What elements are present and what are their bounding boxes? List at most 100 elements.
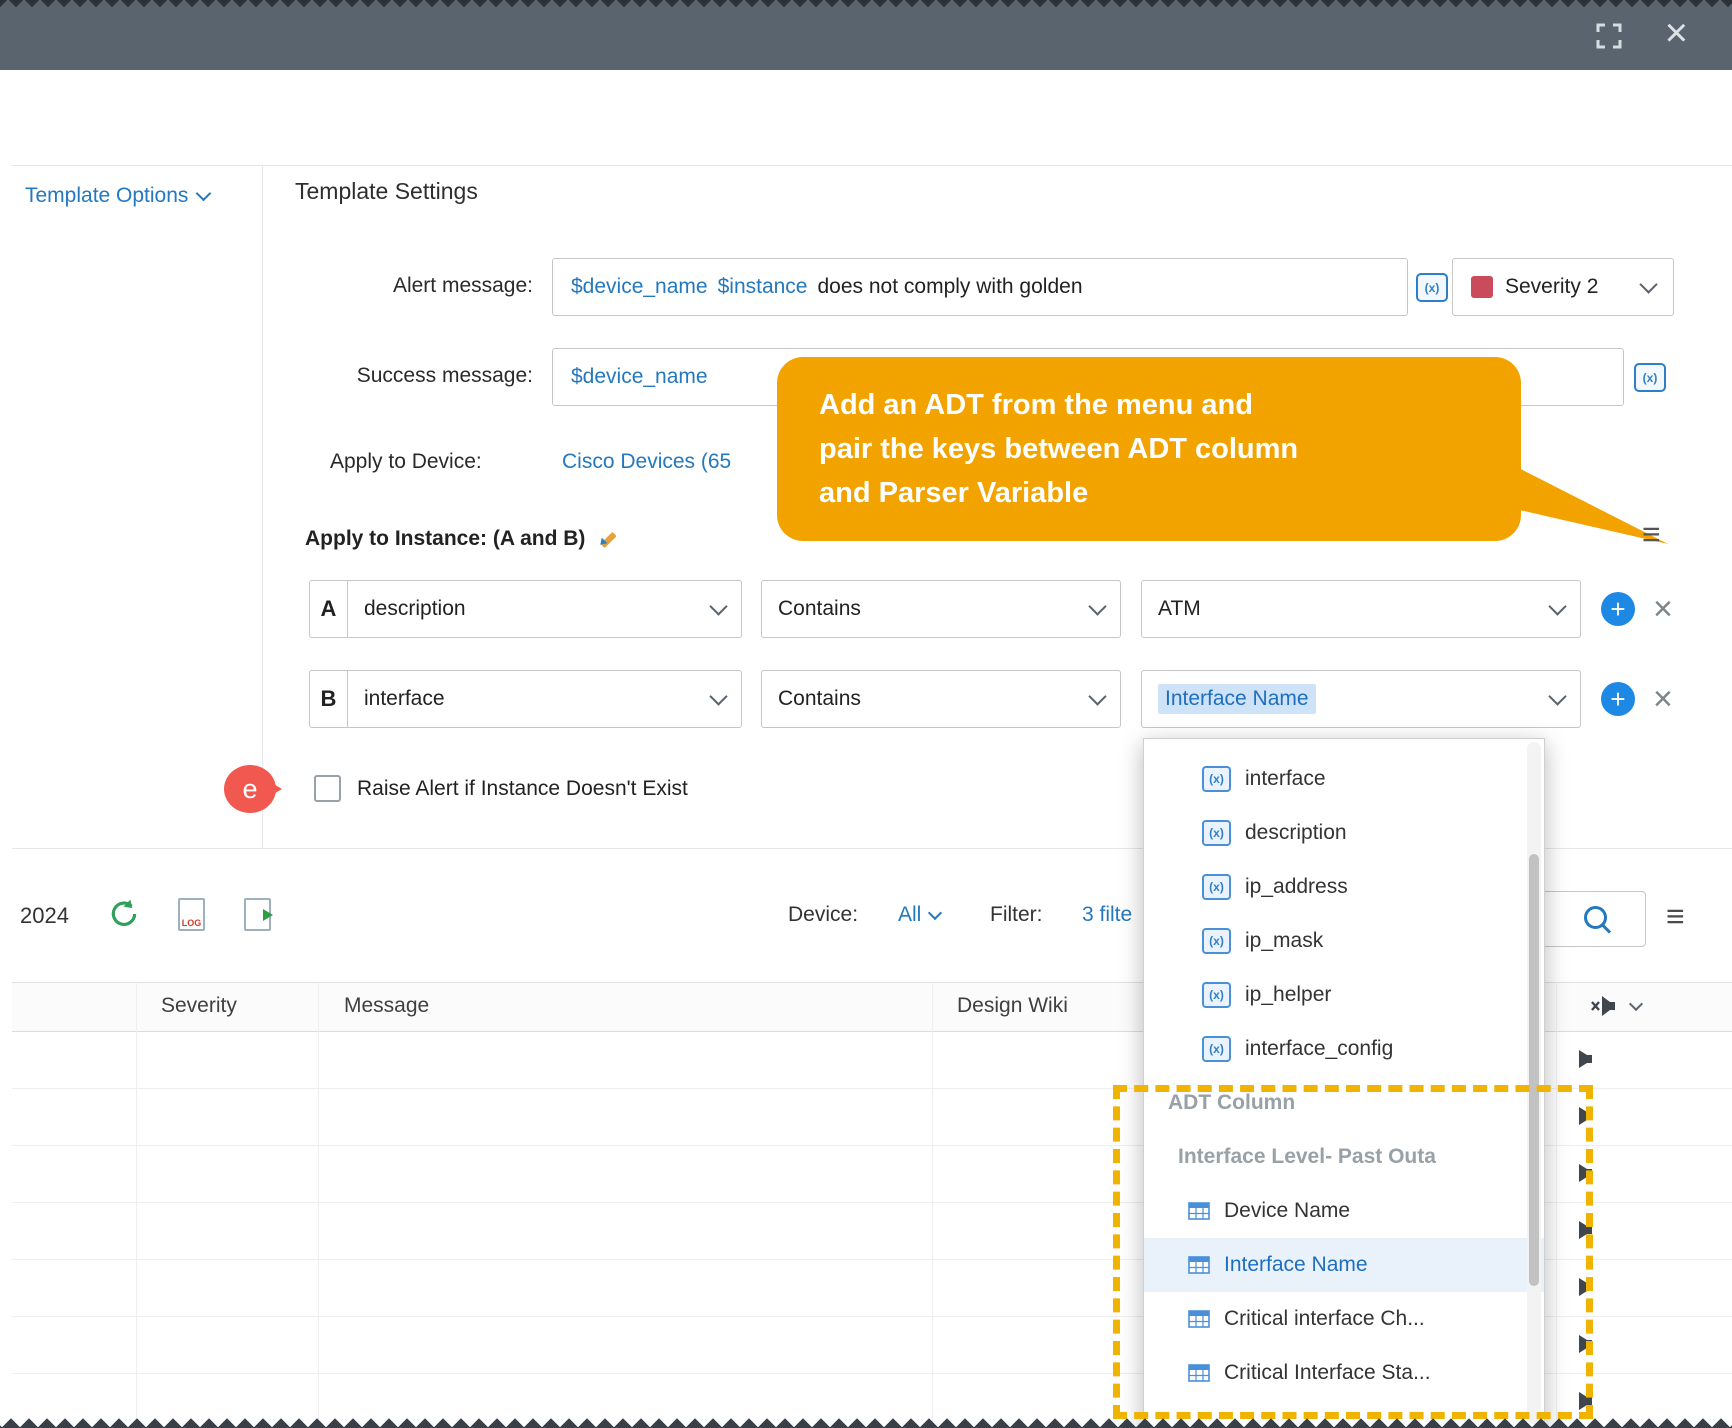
template-options-menu[interactable]: Template Options [25,184,209,208]
speaker-icon[interactable] [1570,1333,1594,1355]
alert-message-input[interactable]: $device_name $instance does not comply w… [552,258,1408,316]
menu-item-parser-variable[interactable]: (x) ip_helper [1144,968,1544,1022]
condition-value-select[interactable]: ATM [1141,580,1581,638]
chevron-down-icon [709,687,727,705]
mute-column-control[interactable] [1588,993,1641,1019]
condition-letter: B [309,670,347,728]
parser-variable-token: $instance [718,275,808,299]
apply-to-device-label: Apply to Device: [330,450,482,474]
remove-condition-button[interactable]: × [1653,682,1673,716]
template-options-label: Template Options [25,184,188,208]
severity-select[interactable]: Severity 2 [1452,258,1674,316]
torn-edge-bottom [0,1415,1732,1428]
template-settings-heading: Template Settings [295,178,478,205]
parser-variable-token: $device_name [571,365,708,389]
chevron-down-icon [1548,687,1566,705]
close-icon[interactable]: × [1665,11,1688,55]
menu-item-parser-variable[interactable]: (x) description [1144,806,1544,860]
condition-letter: A [309,580,347,638]
apply-to-instance-row: Apply to Instance: (A and B) [305,527,619,551]
chevron-down-icon [1629,996,1643,1010]
raise-alert-checkbox[interactable] [314,775,341,802]
filter-label: Filter: [990,903,1043,927]
insert-variable-icon[interactable]: (x) [1416,273,1448,302]
severity-value: Severity 2 [1505,275,1598,299]
parser-variable-icon: (x) [1202,874,1231,900]
menu-item-adt-column[interactable]: Critical interface Ch... [1144,1292,1544,1346]
variable-adt-dropdown: (x) interface (x) description (x) ip_add… [1143,738,1545,1428]
table-menu-icon[interactable]: ≡ [1666,898,1685,935]
device-filter-value: All [898,903,921,927]
callout-text-line: and Parser Variable [819,471,1479,515]
add-condition-button[interactable]: + [1601,592,1635,626]
torn-edge-top [0,0,1732,9]
export-icon[interactable] [244,898,271,931]
remove-condition-button[interactable]: × [1653,592,1673,626]
scrollbar-thumb[interactable] [1529,854,1539,1286]
apply-to-device-link[interactable]: Cisco Devices (65 [562,450,731,474]
menu-item-parser-variable[interactable]: (x) ip_address [1144,860,1544,914]
chevron-down-icon [709,597,727,615]
condition-value: Interface Name [1158,684,1316,714]
menu-section-adt-column: ADT Column [1144,1076,1544,1130]
menu-item-parser-variable[interactable]: (x) interface [1144,752,1544,806]
parser-variable-icon: (x) [1202,766,1231,792]
severity-color-swatch [1471,276,1493,298]
mute-speaker-icon [1588,993,1618,1019]
table-column-icon [1188,1364,1210,1382]
condition-field-select[interactable]: description [347,580,742,638]
add-condition-button[interactable]: + [1601,682,1635,716]
refresh-icon[interactable] [108,898,140,930]
condition-value-select[interactable]: Interface Name [1141,670,1581,728]
parser-variable-icon: (x) [1202,928,1231,954]
chevron-down-icon [1548,597,1566,615]
instance-menu-icon[interactable]: ≡ [1642,516,1661,553]
adt-callout: Add an ADT from the menu and pair the ke… [777,357,1521,541]
fullscreen-icon[interactable] [1594,21,1624,51]
log-icon[interactable]: LOG [178,898,205,931]
menu-item-parser-variable[interactable]: (x) interface_config [1144,1022,1544,1076]
column-header-severity: Severity [161,994,237,1018]
speaker-icon[interactable] [1570,1219,1594,1241]
speaker-icon[interactable] [1570,1390,1594,1412]
filter-link[interactable]: 3 filte [1082,903,1132,927]
speaker-icon[interactable] [1570,1048,1594,1070]
table-column-icon [1188,1256,1210,1274]
condition-value: ATM [1158,597,1201,621]
condition-field-select[interactable]: interface [347,670,742,728]
table-column-icon [1188,1202,1210,1220]
edit-icon[interactable] [597,528,619,550]
callout-text-line: pair the keys between ADT column [819,427,1479,471]
menu-item-adt-column[interactable]: Device Name [1144,1184,1544,1238]
menu-item-parser-variable[interactable]: (x) ip_mask [1144,914,1544,968]
raise-alert-row: Raise Alert if Instance Doesn't Exist [314,775,688,802]
menu-item-adt-column[interactable]: Critical Interface Sta... [1144,1346,1544,1400]
speaker-icon[interactable] [1570,1276,1594,1298]
menu-item-label: ip_mask [1245,929,1323,953]
menu-item-label: ip_helper [1245,983,1331,1007]
speaker-icon[interactable] [1570,1162,1594,1184]
search-icon [1584,906,1607,929]
parser-variable-icon: (x) [1202,1036,1231,1062]
chevron-down-icon [1639,275,1657,293]
condition-operator-select[interactable]: Contains [761,670,1121,728]
table-column-icon [1188,1310,1210,1328]
speaker-icon[interactable] [1570,1105,1594,1127]
menu-group-interface-level: Interface Level- Past Outa [1144,1130,1544,1184]
alert-message-text: does not comply with golden [818,275,1083,299]
condition-operator-select[interactable]: Contains [761,580,1121,638]
dialog-titlebar: × [0,0,1732,70]
device-filter-label: Device: [788,903,858,927]
insert-variable-icon[interactable]: (x) [1634,363,1666,392]
condition-field-value: description [364,597,466,621]
chevron-down-icon [1088,687,1106,705]
dialog-window: × Template Options Template Settings Ale… [0,0,1732,1428]
menu-item-label: description [1245,821,1347,845]
annotation-e-marker: e [224,765,276,813]
menu-item-label: interface [1245,767,1326,791]
condition-operator-value: Contains [778,687,861,711]
device-filter-select[interactable]: All [898,903,940,927]
condition-row-a: A description Contains ATM + × [309,580,1673,638]
menu-item-adt-column-selected[interactable]: Interface Name [1144,1238,1544,1292]
scrollbar[interactable] [1527,742,1541,1424]
